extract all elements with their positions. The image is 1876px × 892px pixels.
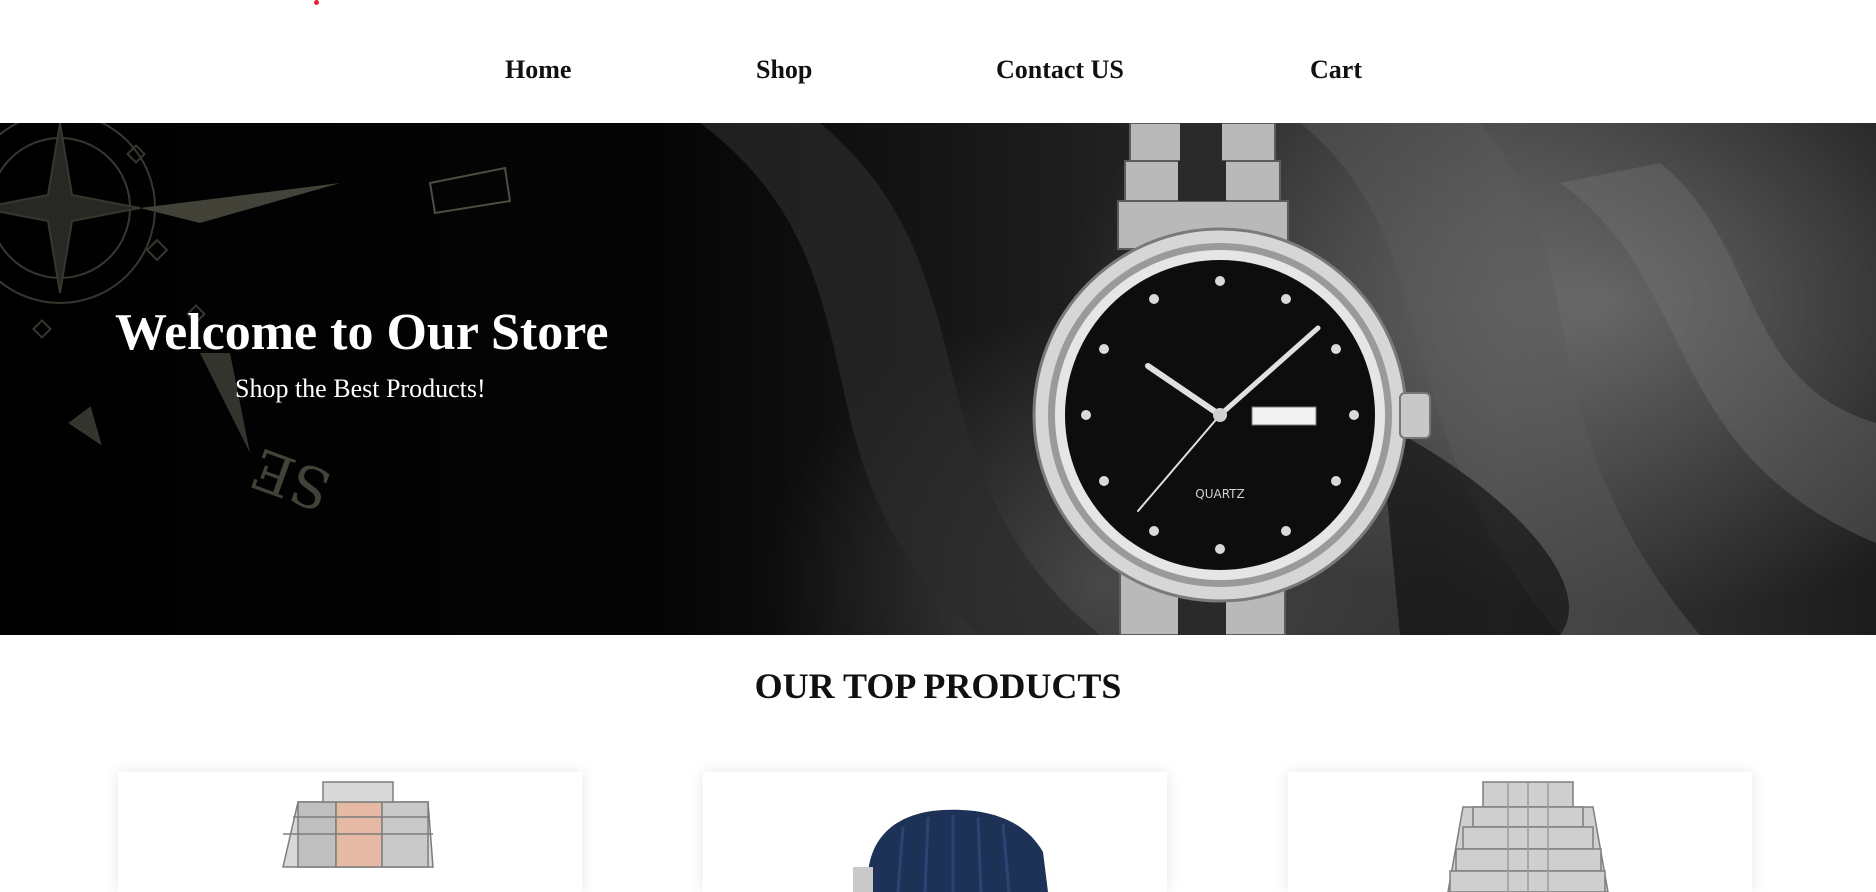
watch-navy-rubber-strap-icon	[853, 809, 1048, 892]
watch-dial-text: QUARTZ	[1195, 487, 1244, 501]
product-card[interactable]	[1288, 772, 1752, 892]
nav-shop[interactable]: Shop	[756, 55, 812, 85]
svg-text:SE: SE	[243, 434, 340, 522]
nav-contact-us[interactable]: Contact US	[996, 55, 1124, 85]
hero-subtitle: Shop the Best Products!	[235, 374, 486, 403]
hero-banner: SE QUARTZ Welcome to Our Store Shop the …	[0, 123, 1876, 635]
nav-home[interactable]: Home	[505, 55, 571, 85]
top-products-heading: OUR TOP PRODUCTS	[754, 666, 1122, 706]
product-card[interactable]	[118, 772, 582, 892]
product-card[interactable]	[703, 772, 1167, 892]
hero-title: Welcome to Our Store	[115, 304, 609, 361]
watch-rose-gold-steel-icon	[282, 781, 434, 868]
main-nav: Home Shop Contact US Cart	[0, 0, 1876, 123]
nav-cart[interactable]: Cart	[1310, 55, 1362, 85]
watch-silver-jubilee-icon	[1447, 781, 1609, 892]
